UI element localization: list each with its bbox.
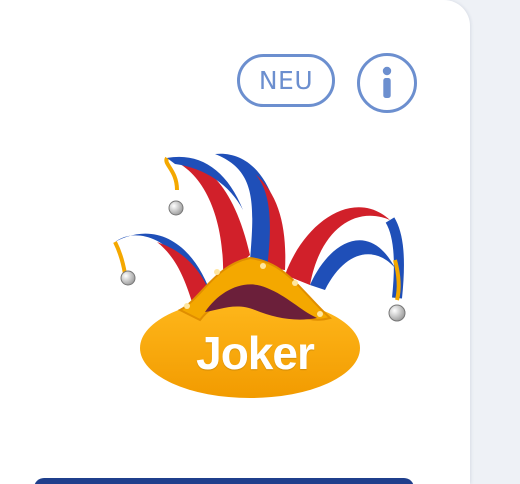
new-badge: NEU — [237, 54, 335, 107]
info-button[interactable] — [357, 53, 417, 113]
joker-wordmark: Joker — [196, 327, 315, 379]
lottery-card: NEU Joker — [0, 0, 470, 484]
joker-logo: Joker — [105, 150, 415, 405]
bottom-action-bar[interactable] — [34, 478, 414, 484]
info-icon — [382, 66, 392, 98]
